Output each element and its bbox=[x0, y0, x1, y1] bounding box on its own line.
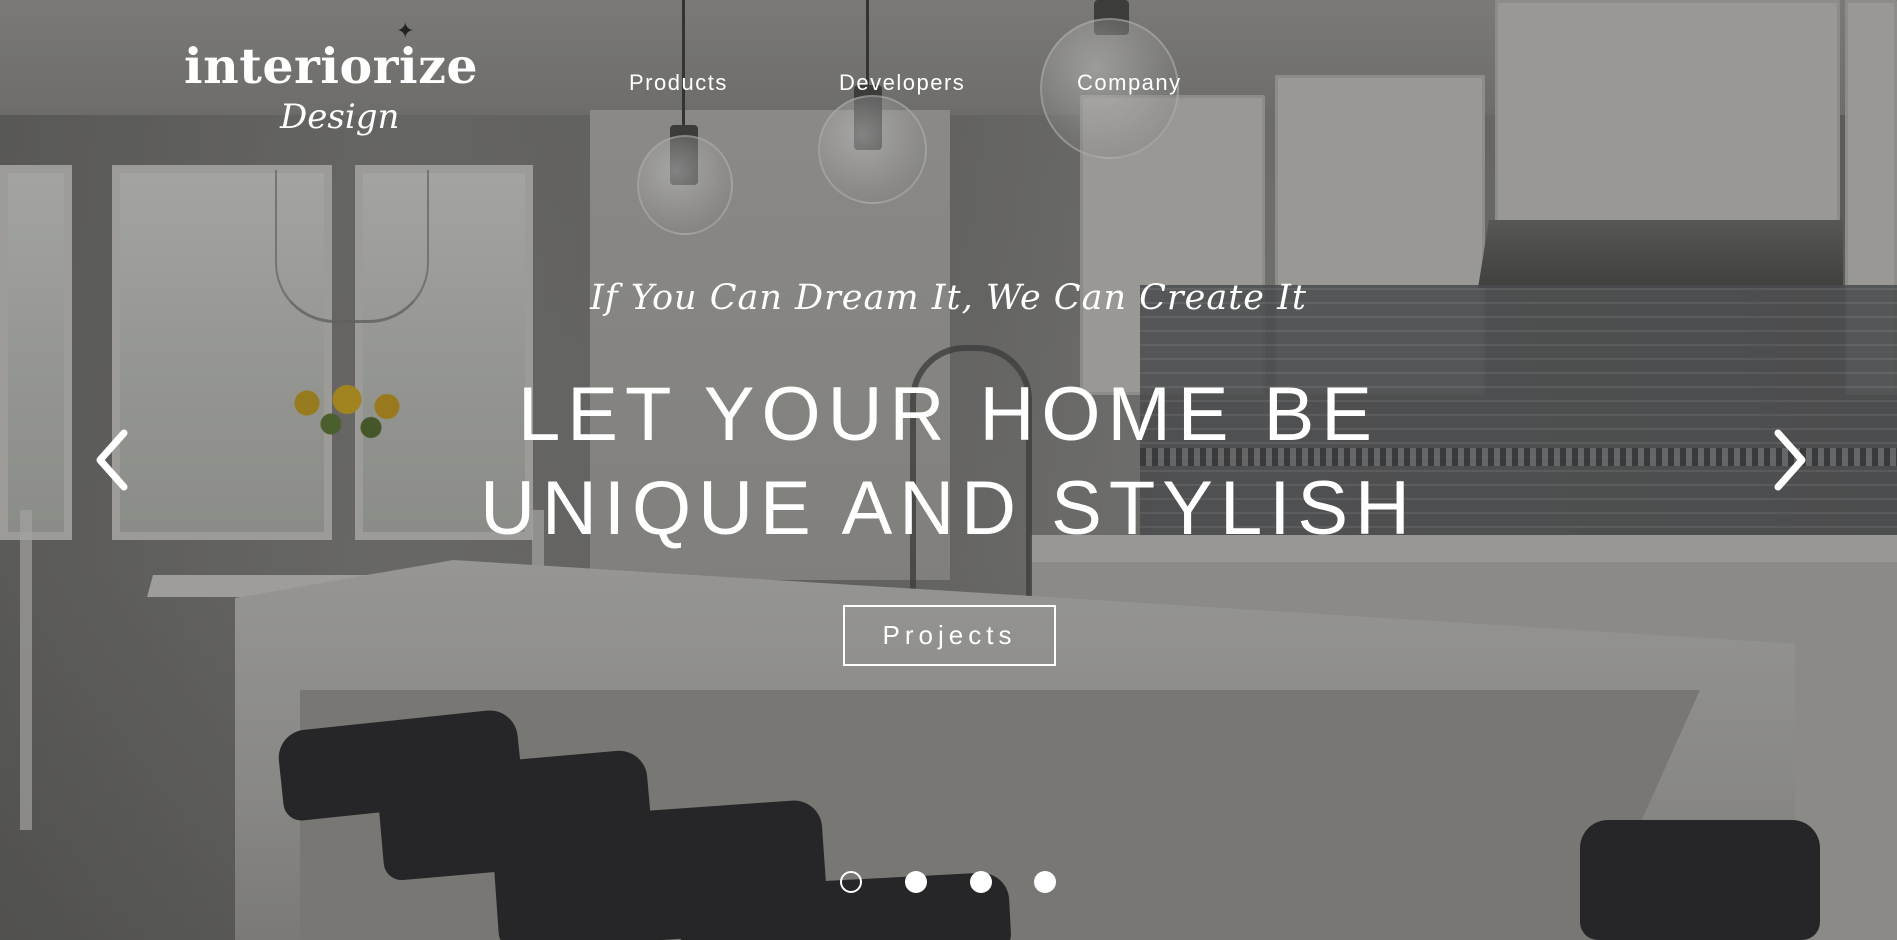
main-nav: Products Developers Company bbox=[0, 70, 1897, 100]
nav-link-company[interactable]: Company bbox=[1077, 70, 1182, 96]
logo-subtitle: Design bbox=[280, 97, 400, 137]
carousel-indicators bbox=[840, 871, 1060, 895]
hero-headline: LET YOUR HOME BE UNIQUE AND STYLISH bbox=[0, 368, 1897, 556]
carousel-next-button[interactable] bbox=[1762, 425, 1812, 495]
nav-link-developers[interactable]: Developers bbox=[839, 70, 965, 96]
carousel-dot-2[interactable] bbox=[905, 871, 927, 893]
hero-tagline: If You Can Dream It, We Can Create It bbox=[589, 278, 1307, 318]
carousel-prev-button[interactable] bbox=[90, 425, 140, 495]
nav-link-products[interactable]: Products bbox=[629, 70, 728, 96]
hero-slider: ✦ interiorize Design Products Developers… bbox=[0, 0, 1897, 940]
carousel-dot-3[interactable] bbox=[970, 871, 992, 893]
chevron-right-icon bbox=[1774, 429, 1806, 491]
carousel-dot-4[interactable] bbox=[1034, 871, 1056, 893]
headline-line-1: LET YOUR HOME BE bbox=[518, 372, 1379, 457]
headline-line-2: UNIQUE AND STYLISH bbox=[480, 466, 1417, 551]
carousel-dot-1[interactable] bbox=[840, 871, 862, 893]
chevron-left-icon bbox=[96, 429, 128, 491]
projects-button[interactable]: Projects bbox=[843, 605, 1056, 666]
